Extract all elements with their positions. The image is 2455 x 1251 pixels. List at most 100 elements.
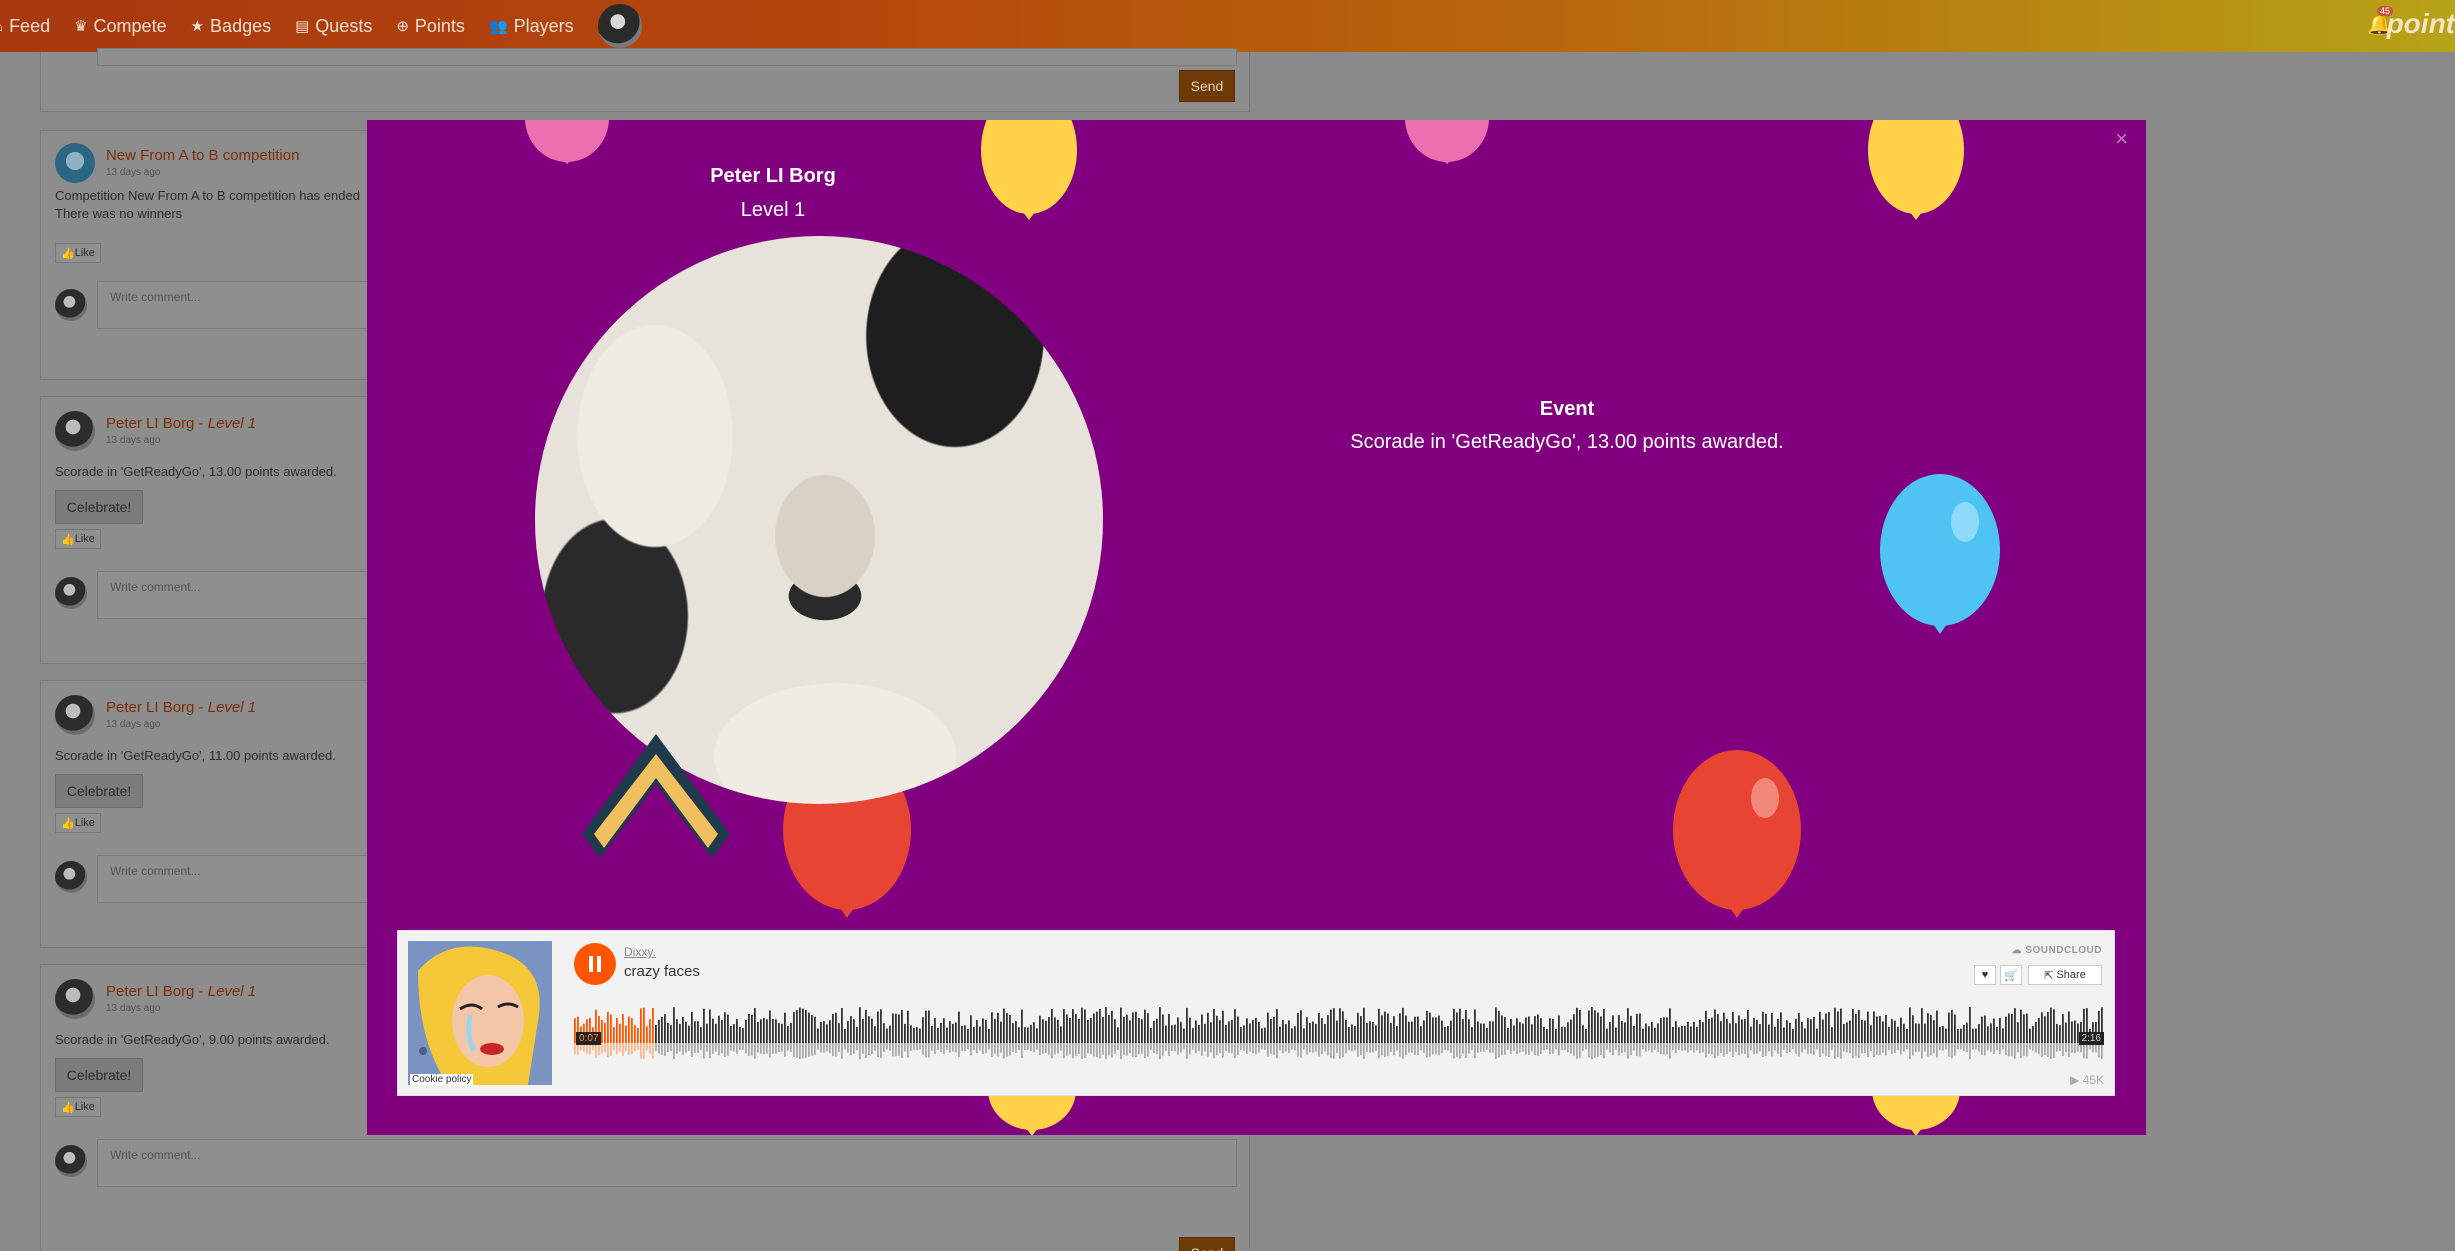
nav-item-compete[interactable]: ♛ Compete (74, 16, 167, 37)
waveform-bar-reflection (1048, 1043, 1050, 1055)
waveform-bar-reflection (1666, 1043, 1668, 1055)
user-avatar[interactable] (597, 4, 642, 48)
waveform-bar (2020, 1009, 2022, 1043)
waveform-bar-reflection (1840, 1043, 1842, 1059)
waveform-bar-reflection (1198, 1043, 1200, 1052)
waveform-bar (1798, 1013, 1800, 1043)
like-button[interactable]: 👍 Like (55, 529, 101, 549)
waveform-bar-reflection (1054, 1043, 1056, 1055)
waveform-bar-reflection (1591, 1043, 1593, 1060)
user-profile-photo (535, 236, 1103, 804)
waveform-bar (904, 1023, 906, 1043)
waveform-bar (829, 1020, 831, 1043)
waveform-bar (793, 1012, 795, 1043)
celebrate-button[interactable]: Celebrate! (55, 1058, 143, 1092)
waveform-bar-reflection (847, 1043, 849, 1053)
comment-input[interactable]: Write comment... (97, 1139, 1237, 1187)
waveform-bar (1339, 1008, 1341, 1043)
close-icon[interactable]: × (2115, 126, 2128, 152)
share-button[interactable]: ⇱ Share (2028, 965, 2102, 985)
soundcloud-logo[interactable]: ☁ SOUNDCLOUD (2012, 945, 2102, 956)
waveform-bar (679, 1023, 681, 1043)
waveform-bar (1489, 1021, 1491, 1043)
waveform-bar (1252, 1020, 1254, 1043)
waveform-bar (1468, 1019, 1470, 1043)
waveform-bar-reflection (1861, 1043, 1863, 1054)
waveform-bar-reflection (1078, 1043, 1080, 1054)
waveform-bar (1858, 1009, 1860, 1043)
like-button[interactable]: 👍 Like (55, 1097, 101, 1117)
waveform-bar (655, 1024, 657, 1043)
pause-button[interactable] (574, 943, 616, 985)
waveform-bar (700, 1027, 702, 1043)
cart-icon: 🛒 (2004, 969, 2018, 982)
track-artist[interactable]: Dixxy. (624, 945, 656, 959)
waveform-bar-reflection (700, 1043, 702, 1051)
like-track-button[interactable]: ♥ (1974, 965, 1996, 985)
waveform-bar-reflection (793, 1043, 795, 1057)
like-button[interactable]: 👍 Like (55, 243, 101, 263)
waveform-bar-reflection (1450, 1043, 1452, 1054)
waveform-bar-reflection (1042, 1043, 1044, 1054)
celebrate-button[interactable]: Celebrate! (55, 490, 143, 524)
waveform-bar (889, 1025, 891, 1043)
waveform-bar-reflection (1339, 1043, 1341, 1059)
waveform-bar-reflection (1822, 1043, 1824, 1054)
waveform-bar (886, 1028, 888, 1043)
like-button[interactable]: 👍 Like (55, 813, 101, 833)
waveform-bar (778, 1023, 780, 1043)
waveform-bar-reflection (943, 1043, 945, 1055)
waveform-bar-reflection (1288, 1043, 1290, 1054)
waveform-bar-reflection (1876, 1043, 1878, 1055)
waveform-bar (1456, 1012, 1458, 1043)
comment-input[interactable] (97, 48, 1237, 66)
top-navbar: ⌂ Feed ♛ Compete ★ Badges ▤ Quests ⊕ Points 👥 Playe… (0, 0, 2455, 52)
waveform-bar-reflection (928, 1043, 930, 1058)
waveform-bar-reflection (1261, 1043, 1263, 1050)
send-button[interactable]: Send (1179, 70, 1235, 102)
waveform-seekbar[interactable] (574, 999, 2104, 1065)
post-title[interactable]: New From A to B competition (106, 147, 299, 164)
waveform-bar (1939, 1026, 1941, 1043)
post-title[interactable]: Peter LI Borg - Level 1 (106, 699, 256, 716)
waveform-bar (1444, 1027, 1446, 1043)
nav-item-quests[interactable]: ▤ Quests (295, 16, 372, 37)
waveform-bar-reflection (880, 1043, 882, 1059)
waveform-bar-reflection (2062, 1043, 2064, 1056)
track-title[interactable]: crazy faces (624, 963, 700, 980)
waveform-bar (1864, 1020, 1866, 1043)
post-title[interactable]: Peter LI Borg - Level 1 (106, 983, 256, 1000)
waveform-bar-reflection (868, 1043, 870, 1056)
waveform-bar-reflection (1330, 1043, 1332, 1059)
commenter-avatar (55, 289, 87, 321)
track-artwork[interactable]: Cookie policy (408, 941, 552, 1085)
brand-logo[interactable]: point (2387, 8, 2455, 40)
waveform-bar-reflection (751, 1043, 753, 1056)
nav-item-points[interactable]: ⊕ Points (396, 16, 465, 37)
waveform-bar (730, 1026, 732, 1043)
cookie-policy-link[interactable]: Cookie policy (410, 1074, 474, 1085)
waveform-bar-reflection (1903, 1043, 1905, 1052)
buy-track-button[interactable]: 🛒 (2000, 965, 2022, 985)
waveform-bar-reflection (1963, 1043, 1965, 1052)
waveform-bar-reflection (1993, 1043, 1995, 1054)
post-title[interactable]: Peter LI Borg - Level 1 (106, 415, 256, 432)
waveform-bar-reflection (1579, 1043, 1581, 1058)
celebration-modal: × Peter LI Borg Level 1 Event Scorade in… (367, 120, 2146, 1135)
waveform-bar-reflection (1696, 1043, 1698, 1051)
send-button[interactable]: Send (1179, 1237, 1235, 1251)
cloud-icon: ☁ (2011, 945, 2026, 956)
nav-item-badges[interactable]: ★ Badges (191, 16, 272, 37)
waveform-bar-reflection (1231, 1043, 1233, 1054)
waveform-bar (1210, 1022, 1212, 1043)
waveform-bar (2005, 1016, 2007, 1043)
waveform-bar (1426, 1010, 1428, 1043)
waveform-bar-reflection (1774, 1043, 1776, 1051)
waveform-bar-reflection (1999, 1043, 2001, 1055)
waveform-bar (1960, 1028, 1962, 1043)
nav-item-players[interactable]: 👥 Players (489, 16, 574, 37)
waveform-bar (1615, 1027, 1617, 1043)
celebrate-button[interactable]: Celebrate! (55, 774, 143, 808)
waveform-bar-reflection (811, 1043, 813, 1056)
nav-item-feed[interactable]: ⌂ Feed (0, 16, 50, 37)
